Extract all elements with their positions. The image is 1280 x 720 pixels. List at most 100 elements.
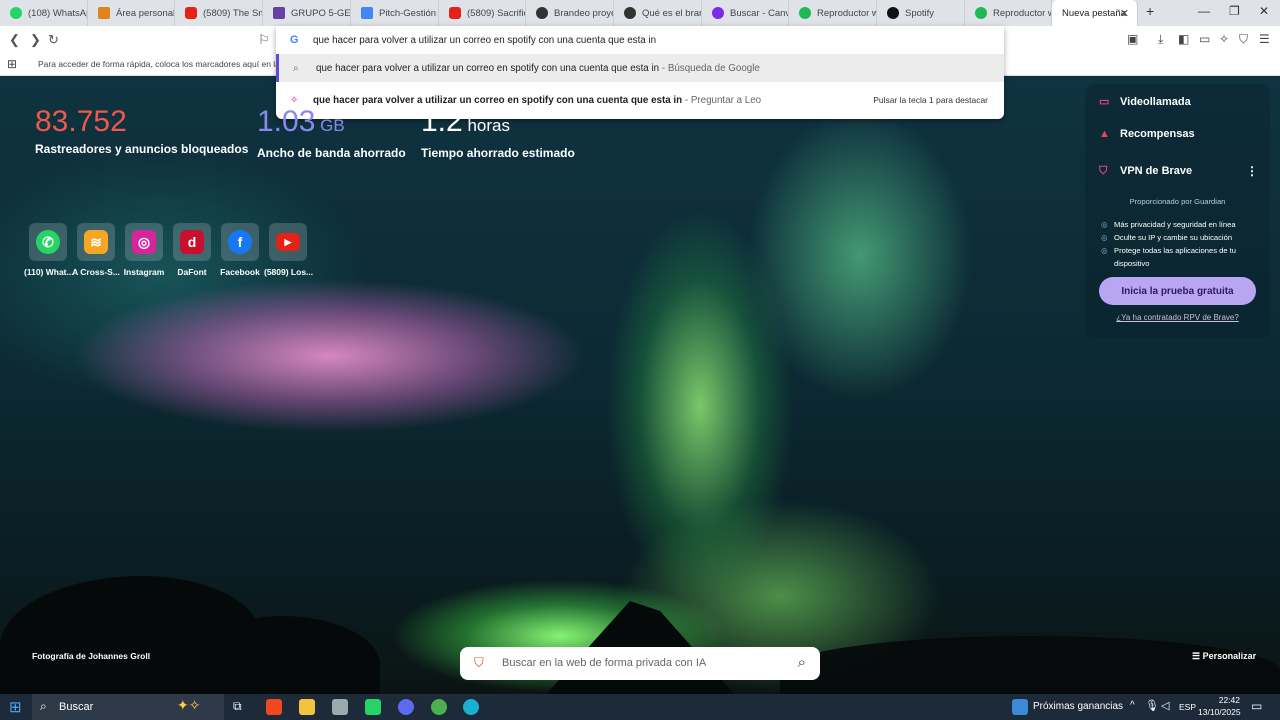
forward-icon[interactable]: ❯ [30, 32, 41, 48]
stat-bandwidth: 1.03 GB Ancho de banda ahorrado [257, 105, 406, 160]
leo-icon[interactable]: ✧ [1219, 33, 1232, 45]
vpn-benefits: Más privacidad y seguridad en línea Ocul… [1101, 218, 1261, 270]
area-icon [98, 7, 110, 19]
close-window-icon[interactable]: ✕ [1259, 4, 1269, 18]
docs-icon [361, 7, 373, 19]
weather-widget[interactable]: Próximas ganancias [1033, 701, 1123, 712]
taskbar: ⊞ ⌕ Buscar ✦✧ ⧉ Próximas ganancias ^ 🎙 ◁… [0, 694, 1280, 720]
maximize-icon[interactable]: ❐ [1229, 4, 1240, 18]
whatsapp-icon: ✆ [36, 230, 60, 254]
news-widget-icon[interactable] [1012, 699, 1028, 715]
openai-icon [536, 7, 548, 19]
brave-taskbar-icon[interactable] [266, 699, 282, 715]
screenshot-icon[interactable]: ▣ [1127, 33, 1140, 45]
videocall-widget[interactable]: ▭ Videollamada [1099, 96, 1191, 108]
menu-icon[interactable]: ☰ [1259, 33, 1272, 45]
shortcut-youtube[interactable]: ▶ (5809) Los... [264, 223, 313, 277]
files-icon[interactable] [332, 699, 348, 715]
download-icon[interactable]: ⤓ [1158, 33, 1171, 45]
tab-nueva-pestana[interactable]: Nueva pestaña ✕ [1052, 0, 1138, 26]
cross-icon: ≋ [84, 230, 108, 254]
speaker-icon[interactable]: ◁ [1161, 699, 1169, 712]
youtube-icon [449, 7, 461, 19]
dafont-icon: d [180, 230, 204, 254]
tab-reproductor-2[interactable]: Reproductor w [965, 0, 1052, 26]
photo-credit: Fotografía de Johannes Groll [32, 651, 151, 661]
stat-trackers: 83.752 Rastreadores y anuncios bloqueado… [35, 105, 249, 156]
shortcut-dafont[interactable]: d DaFont [168, 223, 216, 277]
rewards-widget[interactable]: ▲ Recompensas [1099, 128, 1195, 140]
suggestion-google[interactable]: ⌕ que hacer para volver a utilizar un co… [276, 54, 1004, 82]
reload-icon[interactable]: ↻ [48, 32, 59, 48]
language-indicator[interactable]: ESP [1179, 702, 1196, 712]
tray-chevron-icon[interactable]: ^ [1130, 700, 1135, 711]
twitch-icon [273, 7, 285, 19]
close-tab-icon[interactable]: ✕ [1120, 7, 1129, 20]
clock-date: 13/10/2025 [1198, 707, 1241, 717]
vpn-icon[interactable]: ⛉ [1239, 33, 1252, 45]
vpn-shield-icon: ⛉ [1099, 165, 1108, 177]
spotify-icon [799, 7, 811, 19]
new-tab-icon[interactable]: + [1146, 3, 1154, 19]
tab-area-personal[interactable]: Área personal [88, 0, 175, 26]
shortcut-instagram[interactable]: ◎ Instagram [120, 223, 168, 277]
chrome-icon[interactable] [431, 699, 447, 715]
youtube-icon: ▶ [276, 233, 300, 251]
youtube-icon [185, 7, 197, 19]
bookmark-icon[interactable]: ⚐ [258, 32, 270, 48]
tab-youtube-smi[interactable]: (5809) The Smi [175, 0, 263, 26]
tab-reproductor-1[interactable]: Reproductor w [789, 0, 877, 26]
leo-hint: Pulsar la tecla 1 para destacar [873, 95, 988, 105]
google-icon: G [290, 34, 299, 46]
openai-icon [624, 7, 636, 19]
instagram-icon: ◎ [132, 230, 156, 254]
search-icon: ⌕ [293, 62, 299, 74]
tab-que-es-brand[interactable]: Qué es el brand [614, 0, 702, 26]
customize-button[interactable]: ☰ Personalizar [1192, 651, 1256, 662]
stat-time: 1.2 horas Tiempo ahorrado estimado [421, 105, 575, 160]
task-view-icon[interactable]: ⧉ [233, 699, 242, 714]
clock-time: 22:42 [1218, 695, 1240, 705]
shortcut-whatsapp[interactable]: ✆ (110) What... [24, 223, 74, 277]
tab-spotify[interactable]: Spotify [877, 0, 965, 26]
apps-grid-icon[interactable]: ⊞ [7, 57, 17, 71]
notifications-icon[interactable]: ▭ [1251, 699, 1262, 713]
back-icon[interactable]: ❮ [9, 32, 20, 48]
edge-icon[interactable] [463, 699, 479, 715]
wallet-icon[interactable]: ▭ [1199, 33, 1212, 45]
tab-canva[interactable]: Buscar - Canva [702, 0, 789, 26]
private-search-box[interactable]: ⛉ Buscar en la web de forma privada con … [460, 647, 820, 680]
spotify-icon [975, 7, 987, 19]
already-contracted-link[interactable]: ¿Ya ha contratado RPV de Brave? [1099, 313, 1256, 322]
tab-brandeo[interactable]: Brandeo proye [526, 0, 614, 26]
more-options-icon[interactable]: ⋮ [1246, 164, 1258, 178]
start-trial-button[interactable]: Inicia la prueba gratuita [1099, 277, 1256, 305]
copilot-sparkle-icon: ✦✧ [177, 697, 201, 713]
videocall-icon: ▭ [1099, 96, 1110, 108]
minimize-icon[interactable]: — [1198, 4, 1210, 18]
canva-icon [712, 7, 724, 19]
spotify-icon [887, 7, 899, 19]
search-icon: ⌕ [40, 699, 47, 713]
whatsapp-taskbar-icon[interactable] [365, 699, 381, 715]
tab-whatsapp[interactable]: (108) WhatsAp [0, 0, 88, 26]
taskbar-search[interactable]: ⌕ Buscar ✦✧ [32, 694, 224, 720]
microphone-icon[interactable]: 🎙 [1145, 699, 1159, 712]
sidebar-icon[interactable]: ◧ [1178, 33, 1191, 45]
discord-icon[interactable] [398, 699, 414, 715]
search-icon[interactable]: ⌕ [798, 654, 806, 671]
shortcut-cross[interactable]: ≋ A Cross-S... [72, 223, 120, 277]
customize-icon: ☰ [1192, 651, 1203, 661]
rewards-icon: ▲ [1099, 128, 1110, 140]
tab-grupo5[interactable]: GRUPO 5-GEST [263, 0, 351, 26]
widgets-panel: ▭ Videollamada ▲ Recompensas ⛉ VPN de Brave… [1085, 84, 1270, 338]
bookmarks-hint: Para acceder de forma rápida, coloca los… [38, 59, 295, 69]
file-explorer-icon[interactable] [299, 699, 315, 715]
windows-start-icon[interactable]: ⊞ [9, 698, 22, 716]
facebook-icon: f [228, 230, 252, 254]
tab-youtube-sacrific[interactable]: (5809) Sacrific [439, 0, 526, 26]
shortcut-facebook[interactable]: f Facebook [216, 223, 264, 277]
provided-by: Proporcionado por Guardian [1129, 197, 1226, 206]
address-input[interactable]: que hacer para volver a utilizar un corr… [313, 35, 656, 46]
tab-pitch[interactable]: Pitch-Gestión [351, 0, 439, 26]
